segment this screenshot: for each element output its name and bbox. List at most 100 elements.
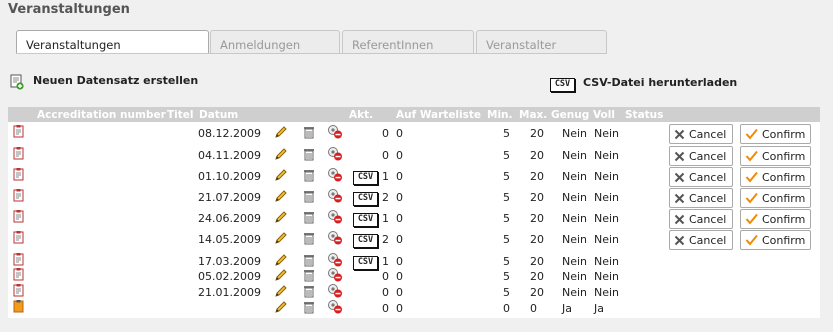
new-record-link[interactable]: Neuen Datensatz erstellen (33, 74, 198, 87)
trash-icon[interactable] (302, 147, 316, 161)
cell-akt: 1 (382, 212, 389, 225)
csv-export-icon[interactable]: CSV (353, 169, 378, 185)
clipboard-icon[interactable] (13, 230, 25, 244)
hide-record-icon[interactable] (327, 267, 343, 282)
csv-export-icon[interactable]: CSV (353, 232, 378, 248)
csv-export-icon[interactable]: CSV (353, 190, 378, 206)
pencil-icon[interactable] (274, 125, 288, 139)
cell-voll: Nein (594, 212, 620, 225)
cell-min: 0 (503, 302, 510, 315)
trash-icon[interactable] (302, 210, 316, 224)
confirm-button-label: Confirm (762, 149, 806, 163)
cancel-button-label: Cancel (689, 170, 727, 184)
cell-max: 20 (530, 127, 544, 140)
confirm-button[interactable]: Confirm (740, 146, 811, 166)
tab-veranstaltungen[interactable]: Veranstaltungen (16, 30, 209, 54)
pencil-icon[interactable] (274, 189, 288, 203)
hide-record-icon[interactable] (327, 209, 343, 224)
clipboard-icon[interactable] (13, 209, 25, 223)
cell-datum: 04.11.2009 (198, 149, 261, 162)
confirm-button[interactable]: Confirm (740, 167, 811, 187)
pencil-icon[interactable] (274, 253, 288, 267)
clipboard-icon[interactable] (13, 283, 25, 297)
clipboard-icon[interactable] (13, 167, 25, 181)
cell-genug: Nein (562, 149, 588, 162)
cancel-button-label: Cancel (689, 127, 727, 141)
csv-badge: CSV (353, 171, 378, 185)
csv-download-link[interactable]: CSV-Datei herunterladen (583, 76, 737, 89)
hide-record-icon[interactable] (327, 299, 343, 314)
csv-badge: CSV (353, 213, 378, 227)
trash-icon[interactable] (302, 284, 316, 298)
hide-record-icon[interactable] (327, 188, 343, 203)
table-row (8, 251, 820, 267)
cancel-button[interactable]: Cancel (669, 146, 733, 166)
cancel-button[interactable]: Cancel (669, 209, 733, 229)
cell-warteliste: 0 (396, 170, 403, 183)
confirm-button[interactable]: Confirm (740, 124, 811, 144)
pencil-icon[interactable] (274, 284, 288, 298)
column-header-genug: Genug (551, 109, 590, 121)
clipboard-icon[interactable] (13, 146, 25, 160)
pencil-icon[interactable] (274, 210, 288, 224)
trash-icon[interactable] (302, 300, 316, 314)
cell-genug: Nein (562, 212, 588, 225)
cell-min: 5 (503, 127, 510, 140)
column-header-min-: Min. (487, 109, 513, 121)
clipboard-icon[interactable] (13, 188, 25, 202)
cell-genug: Nein (562, 233, 588, 246)
hide-record-icon[interactable] (327, 283, 343, 298)
trash-icon[interactable] (302, 253, 316, 267)
cell-datum: 21.07.2009 (198, 191, 261, 204)
trash-icon[interactable] (302, 268, 316, 282)
cell-warteliste: 0 (396, 212, 403, 225)
tab-anmeldungen[interactable]: Anmeldungen (210, 30, 340, 53)
hide-record-icon[interactable] (327, 167, 343, 182)
cell-warteliste: 0 (396, 233, 403, 246)
confirm-button[interactable]: Confirm (740, 188, 811, 208)
cell-voll: Nein (594, 191, 620, 204)
cancel-button[interactable]: Cancel (669, 230, 733, 250)
cell-voll: Nein (594, 127, 620, 140)
pencil-icon[interactable] (274, 300, 288, 314)
pencil-icon[interactable] (274, 168, 288, 182)
cancel-button-label: Cancel (689, 233, 727, 247)
cell-genug: Nein (562, 127, 588, 140)
csv-download-icon[interactable]: CSV (550, 76, 575, 92)
confirm-button-label: Confirm (762, 212, 806, 226)
hide-record-icon[interactable] (327, 146, 343, 161)
clipboard-icon[interactable] (13, 267, 25, 281)
tab-veranstalter[interactable]: Veranstalter (476, 30, 607, 53)
hide-record-icon[interactable] (327, 230, 343, 245)
cell-genug: Ja (562, 302, 572, 315)
pencil-icon[interactable] (274, 231, 288, 245)
cell-genug: Nein (562, 191, 588, 204)
pencil-icon[interactable] (274, 268, 288, 282)
cell-datum: 08.12.2009 (198, 127, 261, 140)
confirm-button-label: Confirm (762, 127, 806, 141)
cell-akt: 1 (382, 170, 389, 183)
cancel-button-label: Cancel (689, 212, 727, 226)
tab-referentinnen[interactable]: ReferentInnen (342, 30, 474, 53)
clipboard-icon[interactable] (13, 124, 25, 138)
trash-icon[interactable] (302, 189, 316, 203)
trash-icon[interactable] (302, 168, 316, 182)
confirm-button[interactable]: Confirm (740, 209, 811, 229)
csv-export-icon[interactable]: CSV (353, 211, 378, 227)
hide-record-icon[interactable] (327, 124, 343, 139)
cancel-button[interactable]: Cancel (669, 188, 733, 208)
trash-icon[interactable] (302, 125, 316, 139)
cell-akt: 2 (382, 233, 389, 246)
new-record-icon[interactable] (10, 74, 24, 90)
cell-warteliste: 0 (396, 127, 403, 140)
checkmark-icon (745, 192, 758, 204)
clipboard-icon[interactable] (13, 252, 25, 266)
cancel-button[interactable]: Cancel (669, 124, 733, 144)
cell-voll: Nein (594, 233, 620, 246)
cancel-button[interactable]: Cancel (669, 167, 733, 187)
clipboard-icon[interactable] (13, 299, 25, 313)
hide-record-icon[interactable] (327, 252, 343, 267)
trash-icon[interactable] (302, 231, 316, 245)
pencil-icon[interactable] (274, 147, 288, 161)
confirm-button[interactable]: Confirm (740, 230, 811, 250)
